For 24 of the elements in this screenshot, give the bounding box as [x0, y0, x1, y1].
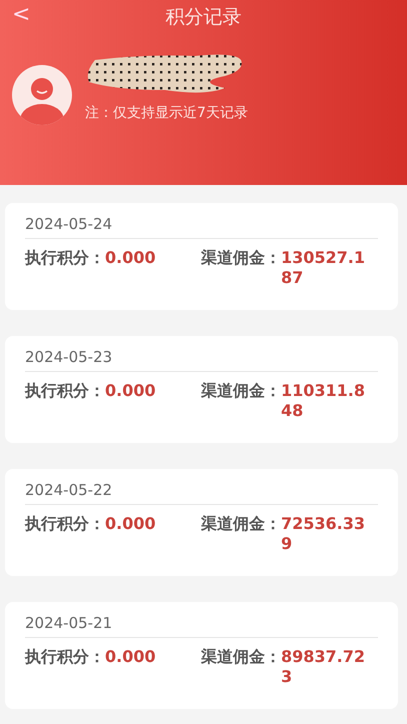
commission-label: 渠道佣金： — [201, 381, 281, 402]
commission-value: 130527.187 — [281, 248, 366, 288]
record-date: 2024-05-22 — [25, 481, 378, 505]
page-title: 积分记录 — [166, 5, 242, 30]
back-button[interactable]: < — [12, 2, 30, 27]
record-date: 2024-05-24 — [25, 215, 378, 239]
points-value: 0.000 — [105, 248, 156, 267]
commission-value: 72536.339 — [281, 514, 366, 554]
commission-value: 110311.848 — [281, 381, 366, 421]
points-value: 0.000 — [105, 381, 156, 400]
points-label: 执行积分： — [25, 514, 105, 535]
points-label: 执行积分： — [25, 647, 105, 668]
points-label: 执行积分： — [25, 248, 105, 269]
points-value: 0.000 — [105, 647, 156, 666]
record-date: 2024-05-23 — [25, 348, 378, 372]
commission-label: 渠道佣金： — [201, 514, 281, 535]
points-value: 0.000 — [105, 514, 156, 533]
commission-label: 渠道佣金： — [201, 647, 281, 668]
commission-label: 渠道佣金： — [201, 248, 281, 269]
avatar-icon — [11, 64, 73, 126]
note-text: 注：仅支持显示近7天记录 — [85, 104, 248, 122]
points-label: 执行积分： — [25, 381, 105, 402]
record-date: 2024-05-21 — [25, 614, 378, 638]
commission-value: 89837.723 — [281, 647, 366, 687]
